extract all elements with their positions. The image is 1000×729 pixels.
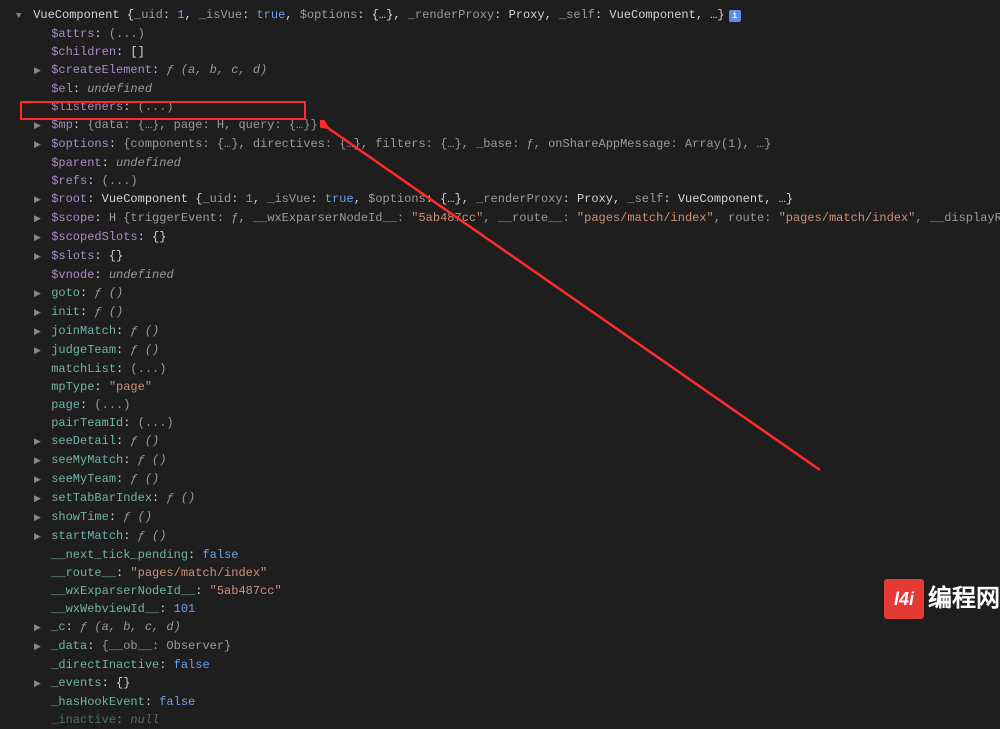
- property-row[interactable]: $attrs: (...): [0, 25, 1000, 43]
- property-row[interactable]: showTime: ƒ (): [0, 508, 1000, 527]
- property-row[interactable]: mpType: "page": [0, 378, 1000, 396]
- property-row[interactable]: $scopedSlots: {}: [0, 228, 1000, 247]
- expand-icon[interactable]: [34, 190, 44, 209]
- expand-icon[interactable]: [16, 6, 26, 25]
- property-row[interactable]: $root: VueComponent {_uid: 1, _isVue: tr…: [0, 190, 1000, 209]
- object-header-row[interactable]: VueComponent {_uid: 1, _isVue: true, $op…: [0, 6, 1000, 25]
- watermark-logo: l4i: [884, 579, 924, 619]
- info-icon[interactable]: i: [729, 10, 741, 22]
- property-row[interactable]: seeDetail: ƒ (): [0, 432, 1000, 451]
- property-row[interactable]: $slots: {}: [0, 247, 1000, 266]
- expand-icon[interactable]: [34, 303, 44, 322]
- expand-icon[interactable]: [34, 470, 44, 489]
- property-row[interactable]: $vnode: undefined: [0, 266, 1000, 284]
- property-row[interactable]: _inactive: null: [0, 711, 1000, 729]
- property-row[interactable]: page: (...): [0, 396, 1000, 414]
- property-row[interactable]: _hasHookEvent: false: [0, 693, 1000, 711]
- property-row[interactable]: $options: {components: {…}, directives: …: [0, 135, 1000, 154]
- property-row[interactable]: $el: undefined: [0, 80, 1000, 98]
- property-row[interactable]: _c: ƒ (a, b, c, d): [0, 618, 1000, 637]
- expand-icon[interactable]: [34, 135, 44, 154]
- expand-icon[interactable]: [34, 61, 44, 80]
- property-row[interactable]: goto: ƒ (): [0, 284, 1000, 303]
- property-row[interactable]: _data: {__ob__: Observer}: [0, 637, 1000, 656]
- property-row[interactable]: __wxExparserNodeId__: "5ab487cc": [0, 582, 1000, 600]
- watermark-text: 编程网: [928, 590, 1000, 608]
- watermark: l4i 编程网: [884, 579, 1000, 619]
- expand-icon[interactable]: [34, 527, 44, 546]
- property-row[interactable]: $refs: (...): [0, 172, 1000, 190]
- property-row[interactable]: _directInactive: false: [0, 656, 1000, 674]
- property-row[interactable]: __wxWebviewId__: 101: [0, 600, 1000, 618]
- expand-icon[interactable]: [34, 247, 44, 266]
- property-row[interactable]: __next_tick_pending: false: [0, 546, 1000, 564]
- expand-icon[interactable]: [34, 637, 44, 656]
- property-row[interactable]: judgeTeam: ƒ (): [0, 341, 1000, 360]
- expand-icon[interactable]: [34, 116, 44, 135]
- property-row[interactable]: $createElement: ƒ (a, b, c, d): [0, 61, 1000, 80]
- expand-icon[interactable]: [34, 341, 44, 360]
- property-row[interactable]: $scope: H {triggerEvent: ƒ, __wxExparser…: [0, 209, 1000, 228]
- property-row[interactable]: $listeners: (...): [0, 98, 1000, 116]
- expand-icon[interactable]: [34, 489, 44, 508]
- property-row[interactable]: $mp: {data: {…}, page: H, query: {…}}: [0, 116, 1000, 135]
- property-row[interactable]: __route__: "pages/match/index": [0, 564, 1000, 582]
- property-row[interactable]: $children: []: [0, 43, 1000, 61]
- expand-icon[interactable]: [34, 209, 44, 228]
- expand-icon[interactable]: [34, 322, 44, 341]
- property-row[interactable]: seeMyMatch: ƒ (): [0, 451, 1000, 470]
- property-row[interactable]: _events: {}: [0, 674, 1000, 693]
- property-row[interactable]: joinMatch: ƒ (): [0, 322, 1000, 341]
- expand-icon[interactable]: [34, 284, 44, 303]
- expand-icon[interactable]: [34, 451, 44, 470]
- property-row[interactable]: setTabBarIndex: ƒ (): [0, 489, 1000, 508]
- expand-icon[interactable]: [34, 674, 44, 693]
- property-row[interactable]: init: ƒ (): [0, 303, 1000, 322]
- property-row[interactable]: seeMyTeam: ƒ (): [0, 470, 1000, 489]
- property-row[interactable]: startMatch: ƒ (): [0, 527, 1000, 546]
- expand-icon[interactable]: [34, 618, 44, 637]
- expand-icon[interactable]: [34, 508, 44, 527]
- expand-icon[interactable]: [34, 228, 44, 247]
- property-row[interactable]: $parent: undefined: [0, 154, 1000, 172]
- property-row[interactable]: matchList: (...): [0, 360, 1000, 378]
- expand-icon[interactable]: [34, 432, 44, 451]
- property-row[interactable]: pairTeamId: (...): [0, 414, 1000, 432]
